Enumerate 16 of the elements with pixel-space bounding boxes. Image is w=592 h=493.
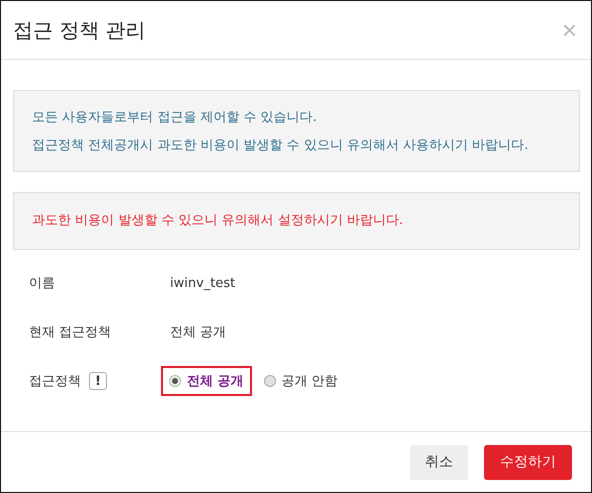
radio-option[interactable]: 전체 공개 (161, 366, 252, 396)
radio-button[interactable] (264, 375, 276, 387)
submit-button[interactable]: 수정하기 (484, 444, 572, 480)
field-label: 현재 접근정책 (29, 324, 112, 341)
field-value: 전체 공개 (170, 324, 226, 341)
field-label: 이름 (29, 275, 56, 292)
radio-button[interactable] (169, 375, 181, 387)
radio-option[interactable]: 공개 안함 (256, 366, 346, 396)
field-value: iwinv_test (170, 276, 236, 290)
info-text: 모든 사용자들로부터 접근을 제어할 수 있습니다. (32, 109, 318, 126)
dialog-title: 접근 정책 관리 (13, 16, 146, 44)
warning-text: 과도한 비용이 발생할 수 있으니 유의해서 설정하시기 바랍니다. (32, 212, 404, 229)
info-badge[interactable]: ! (89, 372, 107, 390)
info-text: 접근정책 전체공개시 과도한 비용이 발생할 수 있으니 유의해서 사용하시기 바랍니다. (32, 137, 530, 154)
field-label: 접근정책 (29, 373, 81, 390)
cancel-button[interactable]: 취소 (410, 444, 468, 480)
